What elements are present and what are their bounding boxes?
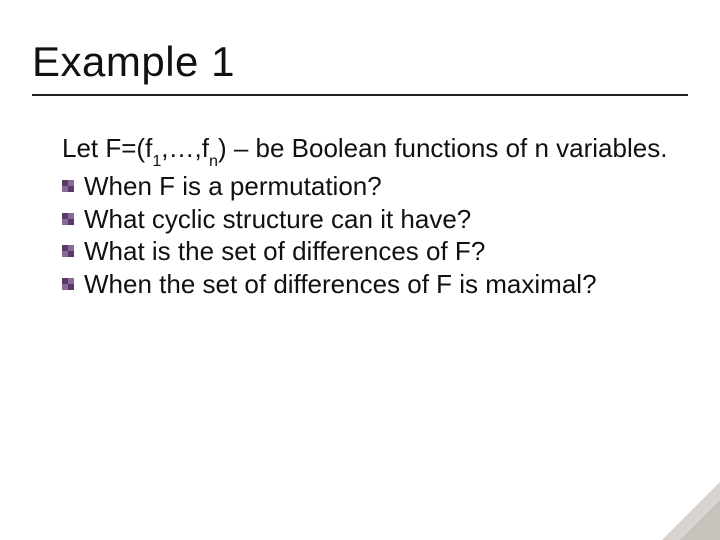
slide: Example 1 Let F=(f1,…,fn) – be Boolean f… — [0, 0, 720, 540]
page-curl-decoration — [662, 482, 720, 540]
lead-suffix: ) – be Boolean functions of n variables. — [218, 133, 668, 163]
lead-mid: ,…,f — [161, 133, 209, 163]
bullet-text: What cyclic structure can it have? — [84, 204, 471, 234]
list-item: What is the set of differences of F? — [62, 235, 668, 268]
lead-line: Let F=(f1,…,fn) – be Boolean functions o… — [62, 132, 668, 168]
lead-sub2: n — [209, 152, 218, 170]
diamond-bullet-icon — [62, 278, 74, 290]
diamond-bullet-icon — [62, 245, 74, 257]
slide-body: Let F=(f1,…,fn) – be Boolean functions o… — [32, 132, 688, 300]
title-rule — [32, 94, 688, 96]
bullet-text: When the set of differences of F is maxi… — [84, 269, 597, 299]
bullet-text: When F is a permutation? — [84, 171, 382, 201]
diamond-bullet-icon — [62, 213, 74, 225]
lead-prefix: Let F=(f — [62, 133, 152, 163]
list-item: When F is a permutation? — [62, 170, 668, 203]
slide-title: Example 1 — [32, 38, 688, 86]
list-item: When the set of differences of F is maxi… — [62, 268, 668, 301]
bullet-text: What is the set of differences of F? — [84, 236, 485, 266]
list-item: What cyclic structure can it have? — [62, 203, 668, 236]
bullet-list: When F is a permutation? What cyclic str… — [62, 170, 668, 300]
lead-sub1: 1 — [152, 152, 161, 170]
diamond-bullet-icon — [62, 180, 74, 192]
